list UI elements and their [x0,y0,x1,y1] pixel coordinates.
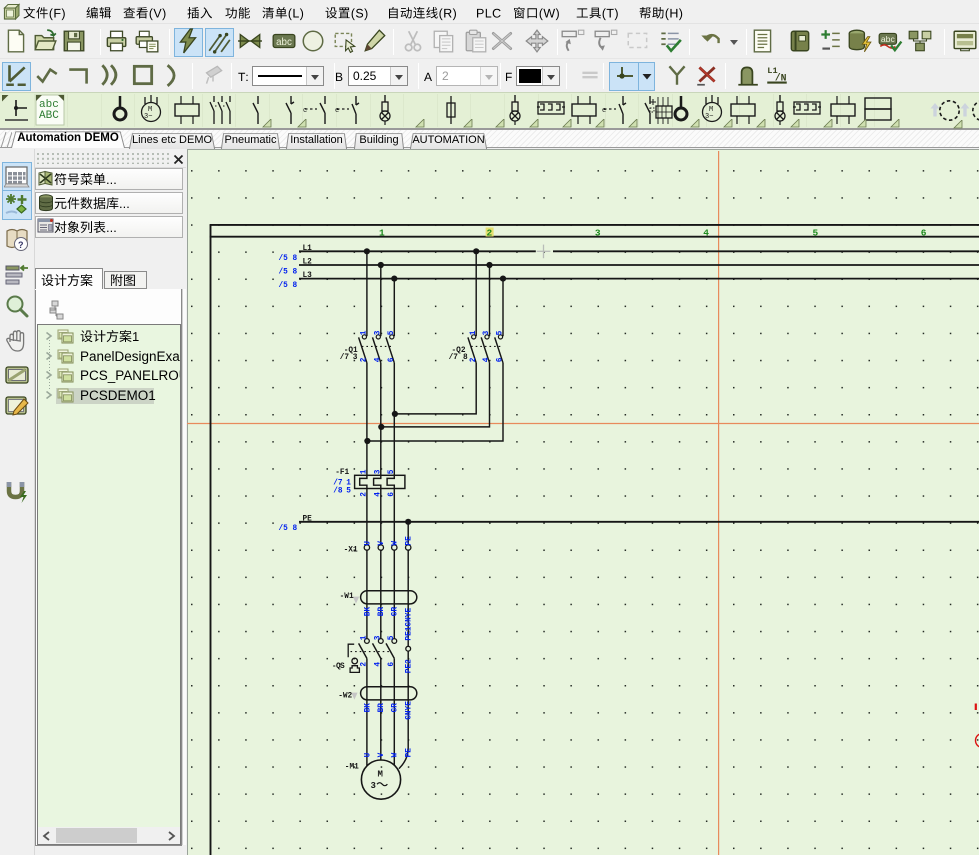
svg-text:-X1: -X1 [344,546,358,554]
svg-text:PE: PE [406,536,414,546]
svg-text:2: 2 [361,357,369,362]
svg-text:4: 4 [375,662,383,667]
svg-text:PE1GNYE: PE1GNYE [406,608,414,641]
svg-text:c: c [303,107,307,115]
svg-text:PE: PE [303,515,313,523]
svg-text:-M1: -M1 [345,763,359,771]
svg-text:BK: BK [364,607,372,617]
svg-text:/7: /7 [340,354,350,362]
svg-text:3~: 3~ [144,113,152,121]
svg-text:GR: GR [392,703,400,713]
svg-text:/5 8: /5 8 [279,255,298,263]
svg-text:3: 3 [375,469,383,474]
svg-text:/5 8: /5 8 [279,525,298,533]
svg-text:2: 2 [470,357,478,362]
svg-text:1: 1 [361,635,369,640]
svg-text:/5 8: /5 8 [279,269,298,277]
svg-text:L1: L1 [303,245,313,253]
svg-text:L2: L2 [303,259,313,267]
svg-text:4: 4 [483,357,491,362]
svg-text:U: U [364,541,372,546]
svg-text:/5 8: /5 8 [279,282,298,290]
svg-text:PE: PE [406,748,414,758]
svg-text:e: e [602,107,606,115]
svg-text:ABC: ABC [39,110,59,122]
svg-text:-QS: -QS [332,663,345,671]
svg-text:e: e [335,107,339,115]
svg-text:3: 3 [375,635,383,640]
svg-text:W: W [392,541,400,546]
svg-text:5: 5 [346,488,351,496]
svg-text:GR: GR [392,607,400,617]
svg-text:2: 2 [361,492,369,497]
svg-text:2: 2 [361,662,369,667]
svg-text:1: 1 [361,469,369,474]
svg-text:/8: /8 [333,488,343,496]
svg-text:W: W [392,752,400,757]
svg-text:5: 5 [812,228,818,239]
svg-text:6: 6 [497,357,505,362]
svg-text:abc: abc [276,37,292,48]
svg-text:3: 3 [375,330,383,335]
svg-text:-W2: -W2 [338,693,352,701]
svg-text:4: 4 [375,492,383,497]
svg-text:U: U [364,752,372,757]
svg-text:3: 3 [371,781,376,791]
svg-text:BK: BK [364,703,372,713]
svg-text:4: 4 [703,228,709,239]
svg-text:5: 5 [388,635,396,640]
svg-text:/7: /7 [333,480,343,488]
svg-text:?: ? [18,240,24,250]
svg-text:5: 5 [497,330,505,335]
svg-text:5: 5 [388,330,396,335]
svg-text:-W1: -W1 [340,593,354,601]
svg-text:/7: /7 [449,354,459,362]
svg-text:2: 2 [487,228,493,239]
svg-text:GNYE: GNYE [406,701,414,720]
svg-text:BR: BR [378,703,386,713]
svg-text:1: 1 [346,480,351,488]
svg-text:3~: 3~ [705,113,713,121]
svg-text:V: V [378,752,386,757]
svg-text:-F1: -F1 [335,469,349,477]
svg-text:1: 1 [361,330,369,335]
svg-text:1: 1 [470,330,478,335]
svg-text:L3: L3 [303,272,313,280]
svg-text:6: 6 [388,357,396,362]
svg-text:5: 5 [388,469,396,474]
svg-text:6: 6 [921,228,927,239]
svg-text:8: 8 [463,354,468,362]
svg-text:M: M [378,769,383,779]
svg-text:PE2: PE2 [406,659,414,673]
svg-text:BR: BR [378,607,386,617]
svg-text:3: 3 [483,330,491,335]
svg-text:6: 6 [388,662,396,667]
svg-text:3: 3 [353,354,358,362]
svg-text:abc: abc [881,34,896,44]
svg-text:6: 6 [388,492,396,497]
svg-text:4: 4 [375,357,383,362]
svg-text:V: V [378,541,386,546]
svg-text:3: 3 [595,228,601,239]
svg-text:1: 1 [379,228,385,239]
